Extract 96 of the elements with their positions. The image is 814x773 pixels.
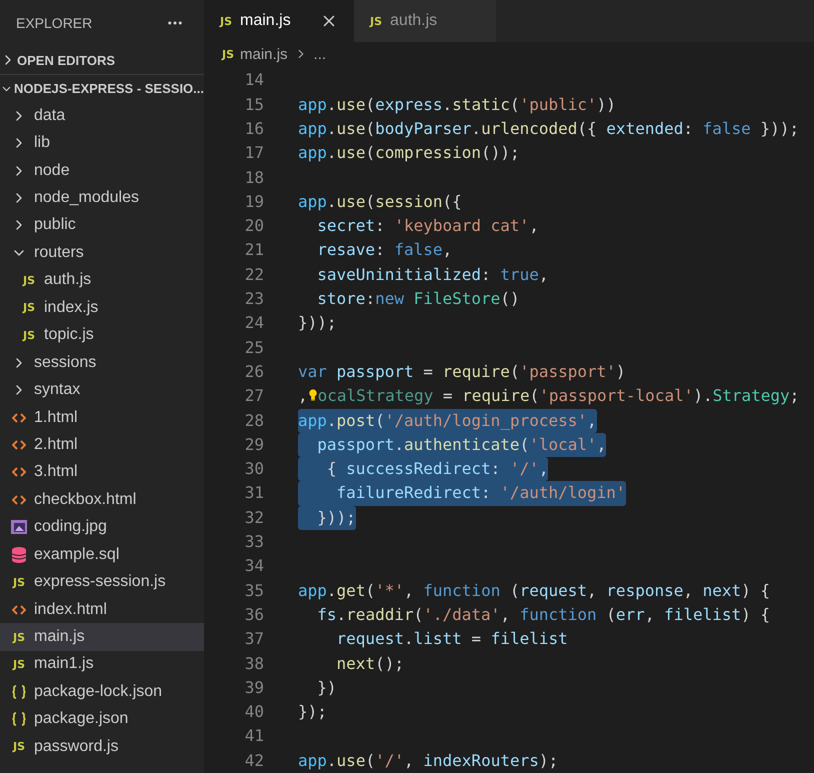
code-line: app.use(express.static('public')) (298, 94, 616, 116)
js-file-icon: JS (12, 658, 25, 670)
line-number: 32 (244, 506, 264, 529)
line-number: 31 (244, 482, 264, 504)
js-file-icon: JS (12, 741, 25, 752)
file-item[interactable]: JS main1.js (0, 650, 204, 678)
folder-item[interactable]: data (0, 102, 204, 130)
line-number: 33 (244, 531, 264, 554)
file-item[interactable]: JS password.js (0, 733, 204, 760)
code-line: store:new FileStore() (316, 288, 520, 310)
code-line: app.use(bodyParser.urlencoded({ extended: false })); (298, 118, 799, 140)
folder-item[interactable]: node (0, 156, 204, 184)
code-line: request.listt = filelist (336, 628, 568, 650)
file-item[interactable]: 1.html (0, 404, 204, 432)
code-line: }) (316, 676, 337, 699)
js-file-icon: JS (220, 16, 232, 27)
file-item[interactable]: JS main.js (0, 623, 204, 651)
braces-icon (12, 684, 26, 699)
line-number: 41 (244, 725, 264, 748)
line-number: 34 (244, 555, 264, 578)
line-number: 38 (244, 652, 264, 675)
code-line: }); (298, 701, 327, 724)
js-file-icon: JS (22, 302, 35, 314)
js-file-icon: JS (22, 274, 35, 286)
file-item[interactable]: package-lock.json (0, 678, 204, 706)
html-file-icon (12, 494, 26, 506)
code-line: , ocalStrategy = require('passport-local').Strategy; (298, 385, 800, 408)
breadcrumb-symbol[interactable]: ... (314, 46, 326, 63)
line-number: 19 (244, 190, 264, 213)
js-file-icon: JS (22, 330, 35, 341)
folder-item[interactable]: sessions (0, 348, 204, 376)
code-line: var passport = require('passport') (298, 360, 626, 383)
line-number: 14 (244, 69, 264, 92)
line-number: 28 (244, 410, 264, 432)
html-file-icon (12, 412, 26, 424)
file-item[interactable]: example.sql (0, 541, 204, 568)
code-line: fs.readdir('./data', function (err, filelist) { (316, 604, 770, 626)
line-number: 24 (244, 312, 264, 334)
file-item[interactable]: 2.html (0, 431, 204, 459)
code-line: app.use('/', indexRouters); (298, 750, 558, 772)
js-file-icon: JS (12, 576, 25, 588)
code-line: secret: 'keyboard cat', (316, 215, 539, 238)
line-number: 29 (244, 434, 264, 456)
folder-item[interactable]: public (0, 212, 204, 240)
line-number: 17 (244, 142, 264, 164)
line-number: 36 (244, 604, 264, 626)
line-number: 25 (244, 336, 264, 359)
line-number: 37 (244, 628, 264, 650)
line-number: 39 (244, 676, 264, 699)
js-file-icon: JS (12, 632, 25, 643)
html-file-icon (12, 466, 26, 478)
folder-item[interactable]: lib (0, 129, 204, 157)
editor-tab[interactable]: JS main.js (204, 0, 354, 42)
section-header[interactable]: OPEN EDITORS (0, 46, 204, 74)
file-item[interactable]: checkbox.html (0, 486, 204, 514)
line-number: 20 (244, 215, 264, 238)
explorer-title: EXPLORER (16, 15, 92, 31)
file-item[interactable]: index.html (0, 596, 204, 624)
folder-item[interactable]: routers (0, 239, 204, 267)
code-line: app.use(compression()); (298, 142, 520, 164)
code-line: app.use(session({ (298, 190, 462, 213)
image-file-icon (11, 520, 27, 534)
line-number: 42 (244, 750, 264, 772)
code-line: resave: false, (316, 239, 452, 262)
code-line: app.get('*', function (request, response, next) { (298, 580, 770, 602)
line-number: 18 (244, 166, 264, 189)
file-item[interactable]: JS topic.js (0, 322, 204, 349)
js-file-icon: JS (370, 16, 382, 27)
editor-tab[interactable]: JS auth.js (354, 0, 496, 42)
code-line: saveUninitialized: true, (316, 264, 548, 286)
file-item[interactable]: package.json (0, 706, 204, 734)
line-number: 27 (244, 385, 264, 408)
line-number: 40 (244, 701, 264, 724)
folder-item[interactable]: node_modules (0, 184, 204, 212)
file-item[interactable]: 3.html (0, 458, 204, 486)
line-number: 35 (244, 580, 264, 602)
folder-item[interactable]: syntax (0, 376, 204, 404)
line-number: 21 (244, 239, 264, 262)
line-number: 15 (244, 94, 264, 116)
file-item[interactable]: JS index.js (0, 294, 204, 322)
code-line: next(); (336, 652, 404, 675)
file-item[interactable]: coding.jpg (0, 514, 204, 541)
braces-icon (12, 712, 26, 726)
html-file-icon (12, 604, 26, 616)
code-line: })); (298, 312, 337, 334)
line-number: 30 (244, 458, 264, 480)
line-number: 16 (244, 118, 264, 140)
line-number: 23 (244, 288, 264, 310)
line-number: 26 (244, 360, 264, 383)
js-file-icon: JS (222, 48, 234, 60)
line-number: 22 (244, 264, 264, 286)
file-item[interactable]: JS express-session.js (0, 568, 204, 596)
breadcrumb-file[interactable]: main.js (240, 46, 288, 63)
file-item[interactable]: JS auth.js (0, 266, 204, 294)
html-file-icon (12, 438, 26, 451)
database-icon (12, 546, 26, 563)
